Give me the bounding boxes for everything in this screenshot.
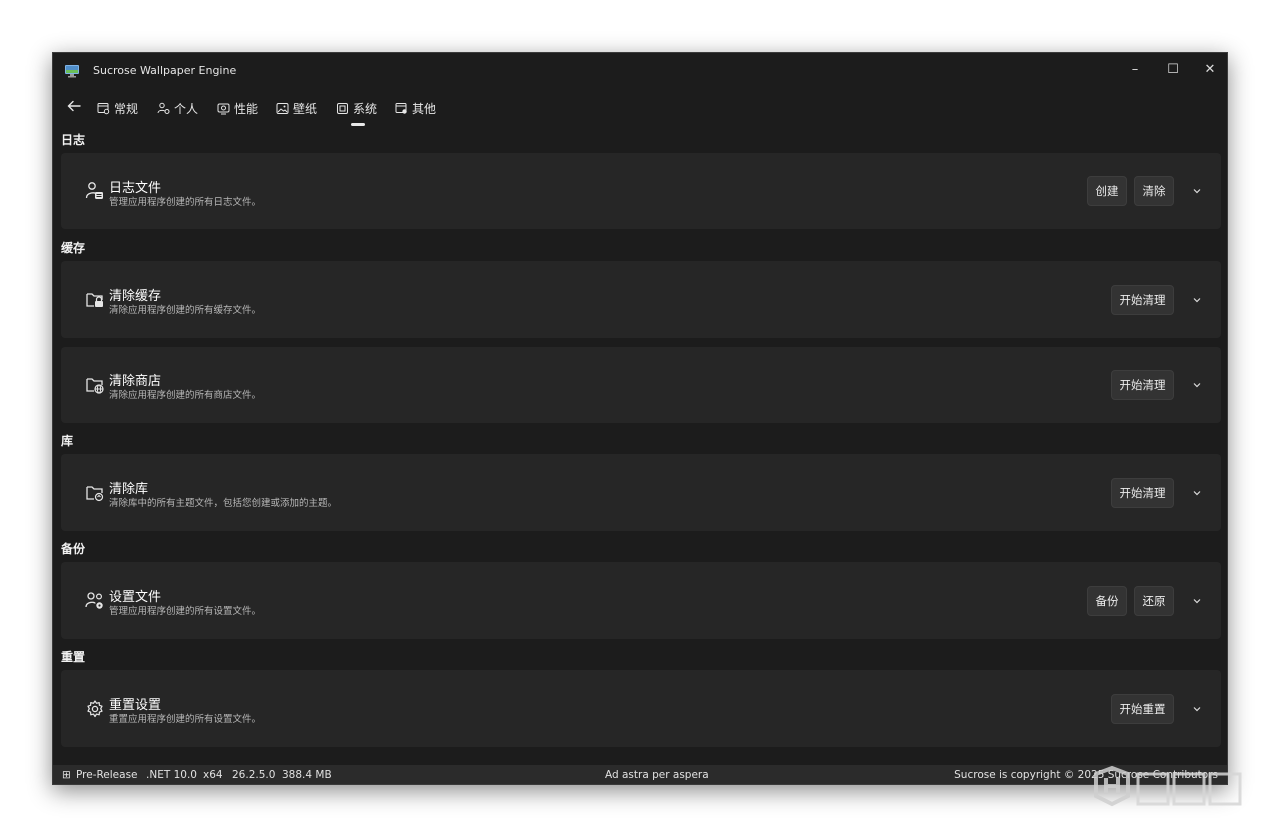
chevron-down-icon[interactable]: [1190, 293, 1204, 307]
image-icon: [276, 102, 289, 114]
other-icon: [395, 102, 407, 114]
log-file-card[interactable]: 日志文件 管理应用程序创建的所有日志文件。 创建 清除: [61, 153, 1221, 229]
clear-cache-button[interactable]: 开始清理: [1111, 285, 1174, 315]
system-icon: [337, 102, 348, 114]
reset-settings-button[interactable]: 开始重置: [1111, 694, 1174, 724]
chevron-down-icon[interactable]: [1190, 702, 1204, 716]
tab-label: 常规: [114, 101, 139, 116]
people-settings-icon: [85, 592, 103, 609]
settings-file-card[interactable]: 设置文件 管理应用程序创建的所有设置文件。 备份 还原: [61, 562, 1221, 639]
framework-version: .NET 10.0: [146, 769, 197, 781]
clear-store-card[interactable]: 清除商店 清除应用程序创建的所有商店文件。 开始清理: [61, 347, 1221, 423]
performance-icon: [217, 103, 230, 114]
motto: Ad astra per aspera: [605, 769, 709, 781]
clear-cache-card[interactable]: 清除缓存 清除应用程序创建的所有缓存文件。 开始清理: [61, 261, 1221, 338]
chevron-down-icon[interactable]: [1190, 378, 1204, 392]
section-header-backup: 备份: [61, 542, 86, 556]
release-channel: Pre-Release: [76, 769, 138, 781]
folder-lock-icon: [86, 293, 103, 307]
navigation-bar: 常规 个人 性能 壁纸 系统 其他: [53, 93, 1227, 127]
close-icon: ✕: [1204, 61, 1216, 77]
release-icon: ⊞: [62, 769, 71, 781]
section-header-cache: 缓存: [61, 241, 86, 255]
section-header-reset: 重置: [61, 650, 86, 664]
minimize-button[interactable]: –: [1117, 57, 1153, 81]
selected-tab-indicator: [351, 123, 365, 126]
app-logo-icon: [65, 65, 79, 78]
app-version: 26.2.5.0: [232, 769, 276, 781]
window-settings-icon: [97, 102, 110, 114]
minimize-icon: –: [1131, 61, 1139, 77]
backup-button[interactable]: 备份: [1087, 586, 1127, 616]
personal-icon: [157, 102, 170, 114]
create-log-button[interactable]: 创建: [1087, 176, 1127, 206]
folder-sync-icon: [86, 486, 104, 502]
close-button[interactable]: ✕: [1192, 57, 1227, 81]
clear-store-button[interactable]: 开始清理: [1111, 370, 1174, 400]
tab-label: 壁纸: [293, 101, 318, 116]
card-description: 清除库中的所有主题文件，包括您创建或添加的主题。: [109, 498, 338, 509]
chevron-down-icon[interactable]: [1190, 486, 1204, 500]
tab-system[interactable]: 系统: [336, 97, 377, 119]
memory-usage: 388.4 MB: [282, 769, 332, 781]
title-bar[interactable]: Sucrose Wallpaper Engine – ☐ ✕: [53, 53, 1227, 87]
card-description: 清除应用程序创建的所有缓存文件。: [109, 305, 262, 316]
maximize-icon: ☐: [1167, 61, 1179, 77]
tab-performance[interactable]: 性能: [217, 97, 258, 119]
chevron-down-icon[interactable]: [1190, 594, 1204, 608]
clear-log-button[interactable]: 清除: [1134, 176, 1174, 206]
watermark-logo-icon: [1094, 766, 1242, 807]
folder-globe-icon: [86, 378, 104, 394]
section-header-log: 日志: [61, 133, 86, 147]
clear-library-card[interactable]: 清除库 清除库中的所有主题文件，包括您创建或添加的主题。 开始清理: [61, 454, 1221, 531]
card-description: 清除应用程序创建的所有商店文件。: [109, 390, 262, 401]
maximize-button[interactable]: ☐: [1155, 57, 1191, 81]
tab-other[interactable]: 其他: [395, 97, 436, 119]
section-header-library: 库: [61, 434, 74, 448]
card-description: 管理应用程序创建的所有日志文件。: [109, 197, 262, 208]
reset-settings-card[interactable]: 重置设置 重置应用程序创建的所有设置文件。 开始重置: [61, 670, 1221, 747]
clear-library-button[interactable]: 开始清理: [1111, 478, 1174, 508]
tab-label: 个人: [174, 101, 199, 116]
card-description: 重置应用程序创建的所有设置文件。: [109, 714, 262, 725]
tab-personal[interactable]: 个人: [157, 97, 198, 119]
status-bar: ⊞ Pre-Release .NET 10.0 x64 26.2.5.0 388…: [53, 765, 1227, 784]
tab-label: 系统: [353, 101, 378, 116]
tab-wallpaper[interactable]: 壁纸: [276, 97, 317, 119]
window-title: Sucrose Wallpaper Engine: [93, 64, 237, 77]
tab-label: 其他: [412, 101, 437, 116]
card-description: 管理应用程序创建的所有设置文件。: [109, 606, 262, 617]
restore-button[interactable]: 还原: [1134, 586, 1174, 616]
tab-label: 性能: [234, 101, 259, 116]
back-arrow-icon[interactable]: [65, 97, 83, 115]
app-window: Sucrose Wallpaper Engine – ☐ ✕ 常规 个人 性能 …: [52, 52, 1228, 785]
gear-icon: [87, 700, 103, 718]
tab-general[interactable]: 常规: [97, 97, 138, 119]
architecture: x64: [203, 769, 223, 781]
user-document-icon: [85, 182, 103, 199]
chevron-down-icon[interactable]: [1190, 184, 1204, 198]
